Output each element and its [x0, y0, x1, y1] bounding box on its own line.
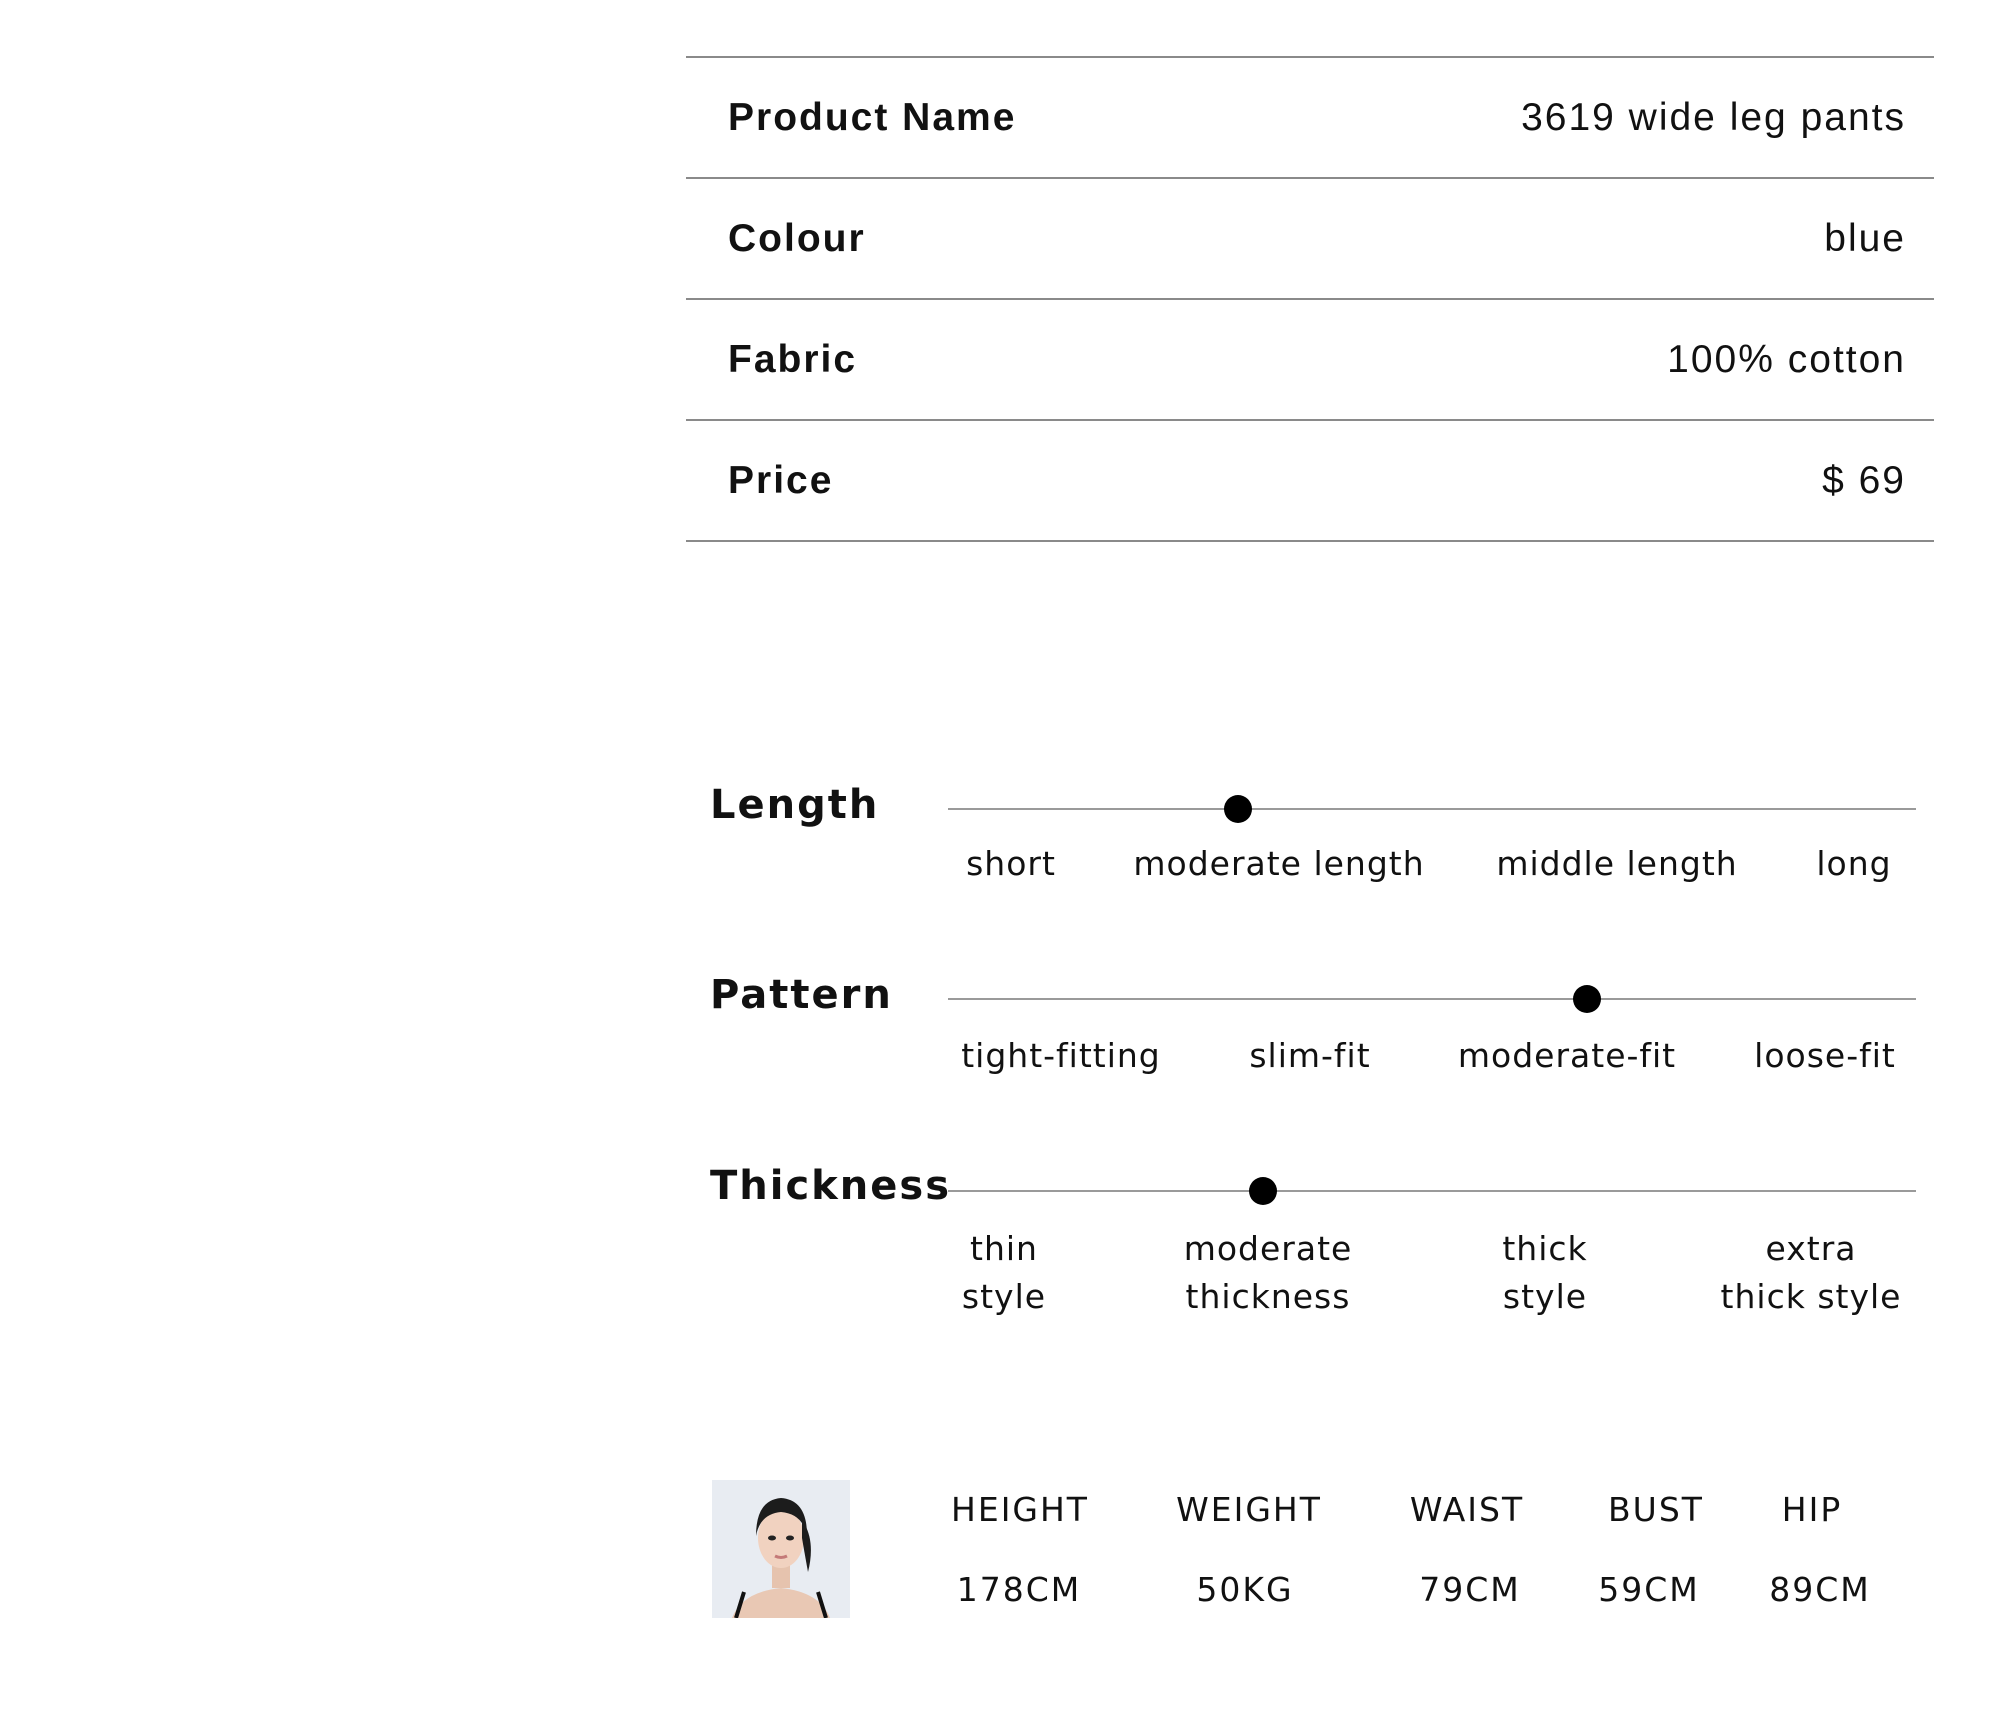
- spec-label: Product Name: [728, 95, 1017, 139]
- scale-option: extra thick style: [1720, 1229, 1902, 1316]
- spec-value: $ 69: [1822, 458, 1906, 502]
- measure-header-hip: HIP: [1781, 1490, 1843, 1529]
- scale-title-length: Length: [710, 782, 880, 828]
- spec-value: blue: [1824, 216, 1906, 260]
- scale-option: thin style: [961, 1229, 1047, 1316]
- scale-track: [948, 998, 1916, 1000]
- product-spec-table: Product Name 3619 wide leg pants Colour …: [686, 56, 1934, 542]
- measure-value-height: 178CM: [956, 1570, 1082, 1609]
- measure-header-waist: WAIST: [1409, 1490, 1525, 1529]
- scale-marker-dot: [1224, 795, 1253, 823]
- spec-value: 3619 wide leg pants: [1521, 95, 1906, 139]
- scale-marker-dot: [1572, 985, 1601, 1013]
- spec-value: 100% cotton: [1667, 337, 1906, 381]
- spec-row-colour: Colour blue: [686, 179, 1934, 300]
- spec-label: Colour: [728, 216, 866, 260]
- measure-value-bust: 59CM: [1598, 1570, 1700, 1609]
- measure-header-height: HEIGHT: [951, 1490, 1089, 1529]
- spec-label: Fabric: [728, 337, 858, 381]
- spec-row-fabric: Fabric 100% cotton: [686, 300, 1934, 421]
- scale-option: slim-fit: [1249, 1036, 1371, 1075]
- spec-row-price: Price $ 69: [686, 421, 1934, 542]
- spec-row-product-name: Product Name 3619 wide leg pants: [686, 58, 1934, 179]
- measure-value-waist: 79CM: [1419, 1570, 1521, 1609]
- scale-option: thick style: [1502, 1229, 1588, 1316]
- spec-label: Price: [728, 458, 834, 502]
- scale-option: moderate length: [1133, 844, 1425, 883]
- measure-value-weight: 50KG: [1196, 1570, 1294, 1609]
- scale-track: [948, 808, 1916, 810]
- measure-header-weight: WEIGHT: [1176, 1490, 1322, 1529]
- scale-option: moderate thickness: [1183, 1229, 1353, 1316]
- scale-option: loose-fit: [1754, 1036, 1896, 1075]
- scale-option: long: [1816, 844, 1892, 883]
- scale-title-pattern: Pattern: [710, 972, 893, 1018]
- scale-track: [948, 1190, 1916, 1192]
- scale-option: moderate-fit: [1457, 1036, 1677, 1075]
- model-portrait-icon: [712, 1480, 850, 1618]
- scale-option: tight-fitting: [961, 1036, 1161, 1075]
- scale-option: short: [966, 844, 1056, 883]
- scale-marker-dot: [1248, 1177, 1277, 1205]
- scale-title-thickness: Thickness: [710, 1163, 952, 1209]
- scale-option: middle length: [1496, 844, 1738, 883]
- measure-header-bust: BUST: [1608, 1490, 1704, 1529]
- measure-value-hip: 89CM: [1769, 1570, 1871, 1609]
